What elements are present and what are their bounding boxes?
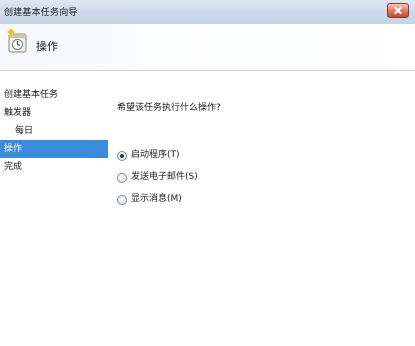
window-title: 创建基本任务向导 bbox=[4, 8, 78, 18]
wizard-header: 操作 bbox=[0, 24, 415, 68]
radio-button-checked[interactable] bbox=[117, 151, 127, 161]
option-label: 启动程序(T) bbox=[131, 150, 180, 160]
action-question: 希望该任务执行什么操作? bbox=[117, 103, 221, 113]
step-label: 每日 bbox=[15, 126, 34, 136]
task-wizard-icon bbox=[7, 28, 27, 53]
step-finish[interactable]: 完成 bbox=[0, 158, 108, 176]
task-wizard-window: 创建基本任务向导 操作 创建基本任务 触发器 每日 操作 完成 希望该任务执行什… bbox=[0, 0, 415, 346]
step-label: 创建基本任务 bbox=[4, 90, 59, 100]
step-label: 完成 bbox=[4, 162, 23, 172]
radio-button[interactable] bbox=[117, 173, 127, 183]
step-daily[interactable]: 每日 bbox=[0, 122, 108, 140]
option-label: 发送电子邮件(S) bbox=[131, 172, 198, 182]
title-bar[interactable]: 创建基本任务向导 bbox=[0, 0, 415, 25]
close-button[interactable] bbox=[387, 3, 409, 18]
step-action[interactable]: 操作 bbox=[0, 140, 108, 158]
option-label: 显示消息(M) bbox=[131, 194, 182, 204]
radio-button[interactable] bbox=[117, 195, 127, 205]
page-title: 操作 bbox=[36, 40, 58, 53]
wizard-steps: 创建基本任务 触发器 每日 操作 完成 bbox=[0, 86, 108, 176]
step-label: 操作 bbox=[4, 144, 23, 154]
header-divider bbox=[0, 70, 415, 71]
step-trigger[interactable]: 触发器 bbox=[0, 104, 108, 122]
step-create-basic-task[interactable]: 创建基本任务 bbox=[0, 86, 108, 104]
step-label: 触发器 bbox=[4, 108, 32, 118]
